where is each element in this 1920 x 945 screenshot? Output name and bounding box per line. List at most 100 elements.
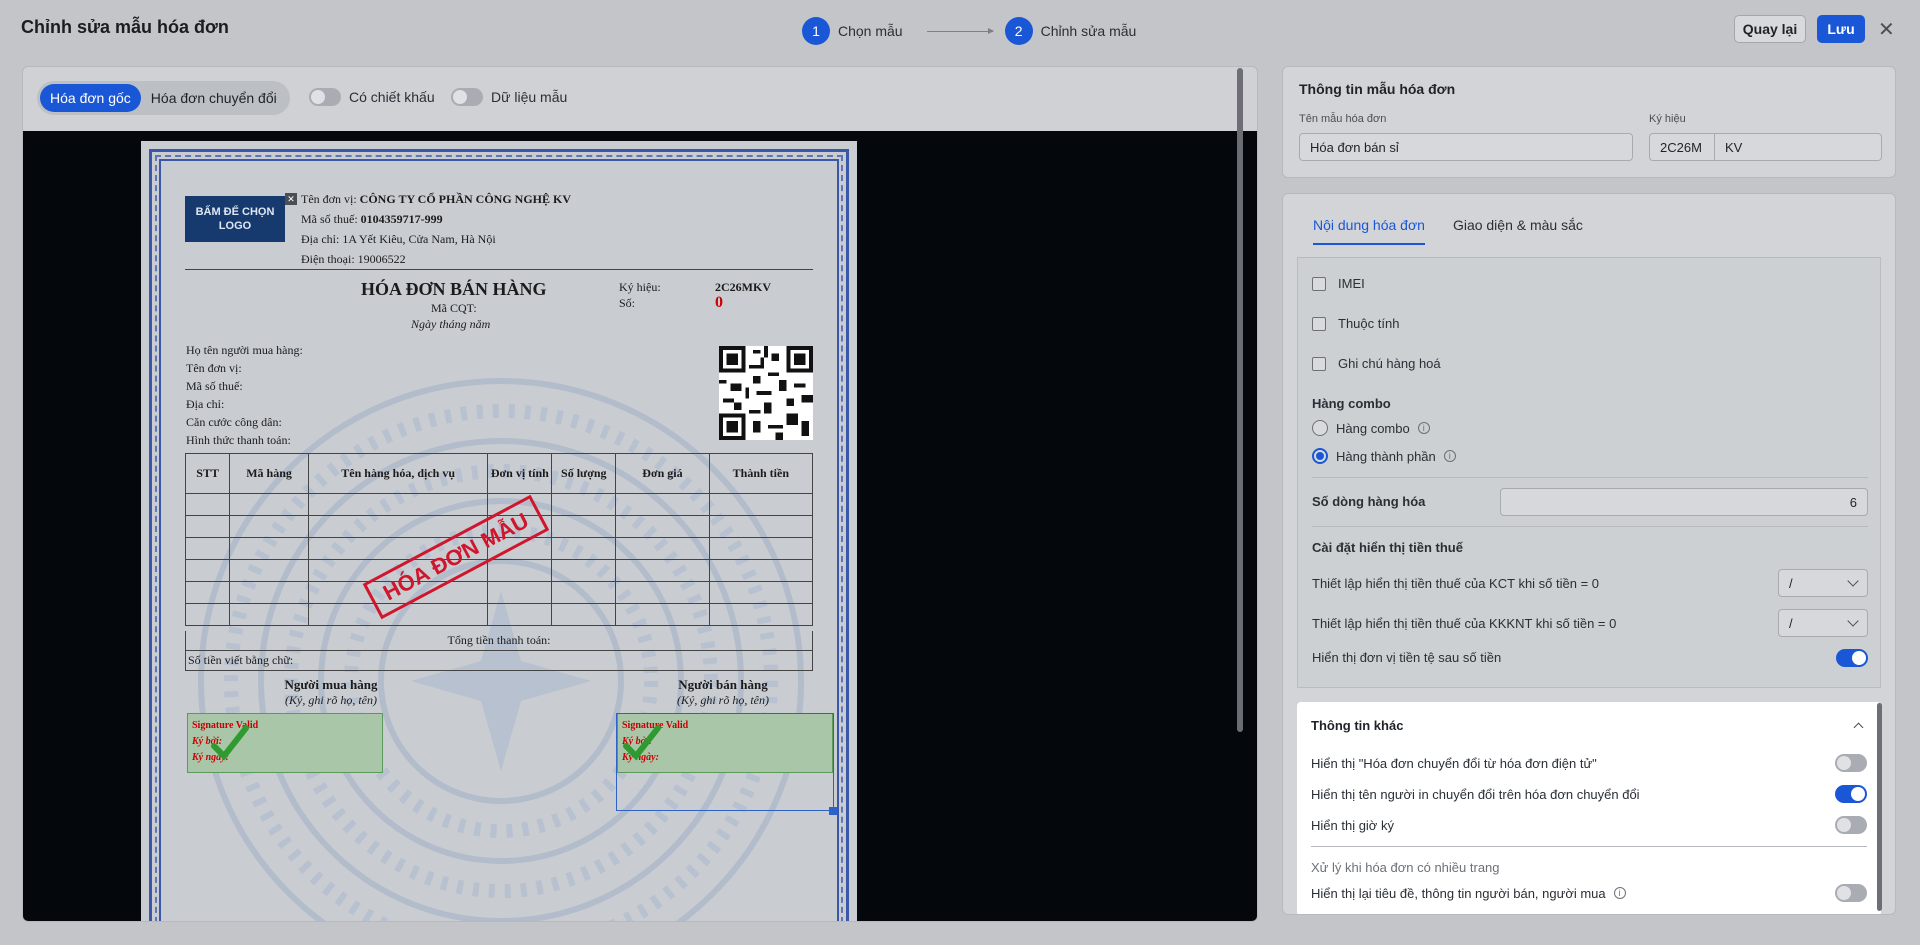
checkbox[interactable]: [1312, 356, 1326, 371]
invoice-page: BẤM ĐỂ CHỌN LOGO ✕ Tên đơn vị: CÔNG TY C…: [141, 141, 857, 921]
step-1-label: Chọn mẫu: [838, 23, 903, 39]
chevron-down-icon: [1847, 575, 1859, 587]
radio-button[interactable]: [1312, 448, 1328, 464]
toggle[interactable]: [1835, 816, 1867, 834]
step-arrow-icon: [926, 27, 994, 34]
back-button[interactable]: Quay lại: [1734, 15, 1806, 43]
preview-panel: Hóa đơn gốc Hóa đơn chuyển đổi Có chiết …: [22, 66, 1258, 922]
symbol-prefix: 2C26M: [1649, 133, 1715, 161]
select-value: /: [1789, 615, 1793, 631]
other-info-row: Hiển thị tên người in chuyển đổi trên hó…: [1311, 785, 1867, 803]
chevron-up-icon[interactable]: [1853, 722, 1864, 733]
header: Chỉnh sửa mẫu hóa đơn 1 Chọn mẫu 2 Chỉnh…: [0, 0, 1920, 62]
invoice-title: HÓA ĐƠN BÁN HÀNG: [361, 279, 547, 299]
checkbox-attribute-row[interactable]: Thuộc tính: [1312, 316, 1399, 331]
tab-original-invoice[interactable]: Hóa đơn gốc: [40, 84, 141, 112]
tax-kct-label: Thiết lập hiển thị tiền thuế của KCT khi…: [1312, 576, 1600, 591]
logo-placeholder[interactable]: BẤM ĐỂ CHỌN LOGO: [185, 196, 285, 242]
unit-label: Tên đơn vị:: [301, 192, 357, 206]
selected-signature-frame[interactable]: [616, 713, 834, 811]
other-info-row: Hiển thị lại tiêu đề, thông tin người bá…: [1311, 884, 1867, 902]
tab-converted-invoice[interactable]: Hóa đơn chuyển đổi: [141, 84, 287, 112]
column-header: Tên hàng hóa, dịch vụ: [307, 453, 489, 494]
tax-section-title: Cài đặt hiển thị tiền thuế: [1312, 540, 1463, 555]
tab-appearance[interactable]: Giao diện & màu sắc: [1453, 217, 1583, 245]
toggle[interactable]: [1835, 754, 1867, 772]
divider: [1311, 846, 1867, 847]
radio-button[interactable]: [1312, 420, 1328, 436]
buyer-info: Họ tên người mua hàng: Tên đơn vị: Mã số…: [186, 341, 303, 449]
step-1-number: 1: [802, 17, 830, 45]
toggle[interactable]: [1835, 785, 1867, 803]
template-name-input[interactable]: Hóa đơn bán sỉ: [1299, 133, 1633, 161]
info-icon[interactable]: i: [1613, 887, 1626, 899]
number-value: 0: [715, 294, 723, 311]
tax-kkknt-label: Thiết lập hiển thị tiền thuế của KKKNT k…: [1312, 616, 1617, 631]
symbol-label: Ký hiệu:: [619, 280, 661, 294]
checkbox[interactable]: [1312, 276, 1326, 291]
discount-toggle[interactable]: [309, 88, 341, 106]
qr-code: [719, 346, 813, 440]
other-info-card: Thông tin khác Hiển thị "Hóa đơn chuyển …: [1297, 702, 1881, 914]
multipage-label: Hiển thị lại tiêu đề, thông tin người bá…: [1311, 885, 1606, 901]
tax-label: Mã số thuế:: [301, 212, 358, 226]
template-info-title: Thông tin mẫu hóa đơn: [1299, 81, 1456, 97]
checkbox[interactable]: [1312, 316, 1326, 331]
info-icon[interactable]: i: [1443, 450, 1456, 462]
tab-invoice-content[interactable]: Nội dung hóa đơn: [1313, 217, 1425, 245]
checkbox-note-row[interactable]: Ghi chú hàng hoá: [1312, 356, 1441, 371]
buyer-field: Căn cước công dân:: [186, 415, 282, 429]
close-icon[interactable]: ✕: [1878, 17, 1895, 42]
unit-value: CÔNG TY CỔ PHẦN CÔNG NGHỆ KV: [359, 192, 572, 206]
resize-handle[interactable]: [829, 807, 837, 815]
checkbox-imei-row[interactable]: IMEI: [1312, 276, 1365, 291]
select-value: /: [1789, 575, 1793, 591]
tax-value: 0104359717-999: [360, 212, 443, 226]
buyer-field: Họ tên người mua hàng:: [186, 343, 303, 357]
page-title: Chỉnh sửa mẫu hóa đơn: [21, 17, 229, 37]
symbol-value: 2C26MKV: [715, 280, 771, 294]
logo-remove-icon[interactable]: ✕: [285, 193, 297, 205]
radio-component-row[interactable]: Hàng thành phần i: [1312, 448, 1456, 464]
seller-sign-note: (Ký, ghi rõ họ, tên): [677, 693, 769, 707]
buyer-field: Tên đơn vị:: [186, 361, 242, 375]
invoice-symbol-labels: Ký hiệu: Số:: [619, 279, 661, 311]
sample-data-label: Dữ liệu mẫu: [491, 89, 568, 105]
settings-scrollbar[interactable]: [1877, 703, 1882, 911]
sample-data-toggle[interactable]: [451, 88, 483, 106]
invoice-date: Ngày tháng năm: [411, 317, 491, 331]
template-name-label: Tên mẫu hóa đơn: [1299, 113, 1387, 125]
toggle[interactable]: [1835, 884, 1867, 902]
radio-label: Hàng thành phần: [1336, 448, 1436, 464]
radio-combo-row[interactable]: Hàng combo i: [1312, 420, 1430, 436]
seller-phone: Điện thoại: 19006522: [301, 252, 406, 266]
amount-in-words-row: Số tiền viết bằng chữ:: [185, 651, 813, 671]
buyer-sign-title: Người mua hàng: [284, 677, 378, 692]
tax-kct-select[interactable]: /: [1778, 569, 1868, 597]
table-row: [184, 581, 814, 604]
other-info-label: Hiển thị tên người in chuyển đổi trên hó…: [1311, 786, 1640, 802]
settings-card: Nội dung hóa đơn Giao diện & màu sắc IME…: [1282, 193, 1896, 915]
currency-toggle[interactable]: [1836, 649, 1868, 667]
number-label: Số:: [619, 296, 636, 310]
preview-scrollbar[interactable]: [1237, 68, 1243, 732]
combo-section-title: Hàng combo: [1312, 396, 1391, 411]
invoice-cqt: Mã CQT:: [431, 301, 477, 315]
tax-kkknt-select[interactable]: /: [1778, 609, 1868, 637]
info-icon[interactable]: i: [1417, 422, 1430, 434]
radio-label: Hàng combo: [1336, 420, 1410, 436]
table-row: [184, 603, 814, 626]
symbol-input[interactable]: KV: [1714, 133, 1882, 161]
seller-sign-title: Người bán hàng: [678, 677, 768, 692]
table-row: [184, 559, 814, 582]
checkbox-label: IMEI: [1338, 276, 1365, 291]
save-button[interactable]: Lưu: [1817, 15, 1865, 43]
checkbox-label: Ghi chú hàng hoá: [1338, 356, 1441, 371]
buyer-signature-box: Signature Valid Ký bởi: Ký ngày:: [187, 713, 383, 773]
rows-input[interactable]: 6: [1500, 488, 1868, 516]
column-header: Thành tiền: [708, 453, 814, 494]
invoice-type-switch: Hóa đơn gốc Hóa đơn chuyển đổi: [37, 81, 290, 115]
rows-label: Số dòng hàng hóa: [1312, 494, 1426, 509]
check-icon: [211, 725, 249, 761]
invoice-symbol-values: 2C26MKV 0: [715, 279, 771, 311]
